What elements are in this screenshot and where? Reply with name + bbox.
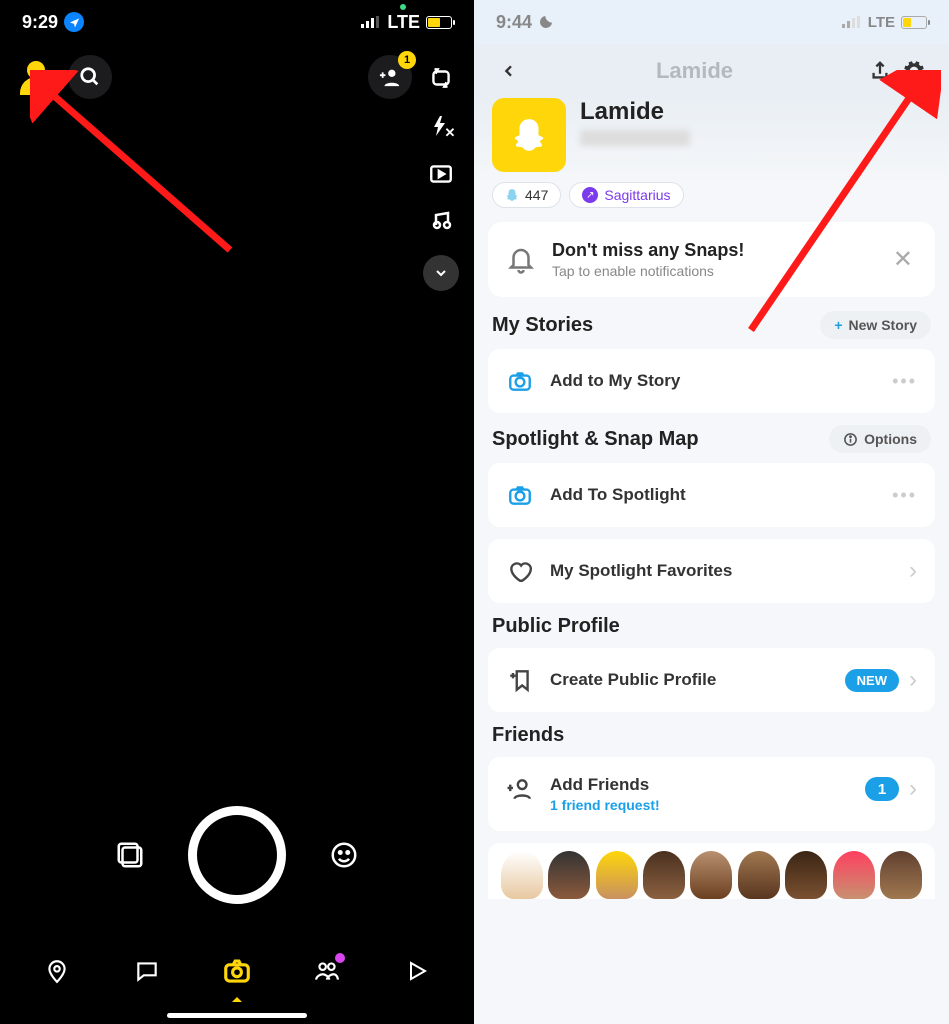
add-friend-icon (378, 66, 402, 88)
emoji-button[interactable] (324, 835, 364, 875)
back-button[interactable] (492, 54, 526, 88)
profile-header: Lamide (474, 44, 949, 92)
chevron-right-icon: › (909, 557, 917, 585)
friend-request-sub: 1 friend request! (550, 797, 849, 813)
options-button[interactable]: Options (829, 425, 931, 453)
flip-camera-button[interactable] (422, 59, 460, 97)
share-button[interactable] (863, 54, 897, 88)
friend-badge: 1 (398, 51, 416, 69)
notifications-card[interactable]: Don't miss any Snaps! Tap to enable noti… (488, 222, 935, 297)
camera-screen: 9:29 LTE 1 (0, 0, 474, 1024)
add-friends-row[interactable]: Add Friends 1 friend request! 1 › (488, 757, 935, 831)
spotlight-favorites-row[interactable]: My Spotlight Favorites › (488, 539, 935, 603)
home-indicator (167, 1013, 307, 1018)
signal-icon (361, 16, 381, 28)
music-icon (429, 210, 453, 234)
profile-username-blurred (580, 130, 690, 146)
flip-camera-icon (428, 65, 454, 91)
sagittarius-icon: ↗ (582, 187, 598, 203)
settings-button[interactable] (897, 54, 931, 88)
battery-icon (901, 16, 927, 29)
camera-outline-icon (506, 481, 534, 509)
music-button[interactable] (422, 203, 460, 241)
create-public-profile-row[interactable]: Create Public Profile NEW › (488, 648, 935, 712)
shutter-button[interactable] (188, 806, 286, 904)
camera-tools: ✕ (422, 59, 460, 295)
status-time: 9:29 (22, 12, 58, 33)
zodiac-pill[interactable]: ↗ Sagittarius (569, 182, 683, 208)
camera-active-dot (400, 4, 406, 10)
gear-icon (901, 58, 927, 84)
network-label: LTE (868, 14, 895, 31)
add-to-story-row[interactable]: Add to My Story ••• (488, 349, 935, 413)
nav-stories[interactable] (306, 950, 348, 992)
heart-icon (506, 557, 534, 585)
nav-camera[interactable] (216, 950, 258, 992)
chat-icon (134, 958, 160, 984)
ghost-small-icon (505, 188, 519, 202)
emoji-icon (329, 840, 359, 870)
battery-icon (426, 16, 452, 29)
new-badge: NEW (845, 669, 899, 692)
add-friend-button[interactable]: 1 (368, 55, 412, 99)
section-friends: Friends (492, 724, 564, 747)
friend-count-badge: 1 (865, 777, 899, 801)
notif-title: Don't miss any Snaps! (552, 240, 744, 261)
more-icon[interactable]: ••• (892, 485, 917, 506)
profile-button[interactable] (14, 55, 58, 99)
section-my-stories: My Stories (492, 314, 593, 337)
new-story-button[interactable]: +New Story (820, 311, 931, 339)
more-icon[interactable]: ••• (892, 371, 917, 392)
stories-badge (335, 953, 345, 963)
gallery-button[interactable] (110, 835, 150, 875)
search-button[interactable] (68, 55, 112, 99)
nav-spotlight[interactable] (396, 950, 438, 992)
chevron-right-icon: › (909, 666, 917, 694)
chevron-down-icon (433, 265, 449, 281)
profile-name: Lamide (580, 98, 690, 126)
ghost-icon (510, 116, 548, 154)
notif-subtitle: Tap to enable notifications (552, 263, 744, 279)
info-icon (843, 432, 858, 447)
play-icon (405, 959, 429, 983)
location-icon (64, 12, 84, 32)
dismiss-button[interactable]: ✕ (889, 245, 917, 274)
add-to-spotlight-row[interactable]: Add To Spotlight ••• (488, 463, 935, 527)
section-public-profile: Public Profile (492, 615, 620, 638)
camera-icon (222, 956, 252, 986)
snapscore-pill[interactable]: 447 (492, 182, 561, 208)
profile-screen: 9:44 LTE Lamide Lamide 4 (474, 0, 949, 1024)
snapcode[interactable] (492, 98, 566, 172)
profile-summary: Lamide (474, 92, 949, 182)
video-button[interactable] (422, 155, 460, 193)
bottom-nav (0, 942, 474, 1000)
chevron-left-icon (501, 59, 517, 83)
friend-avatars-strip[interactable] (488, 843, 935, 899)
nav-chat[interactable] (126, 950, 168, 992)
flash-button[interactable]: ✕ (422, 107, 460, 145)
camera-outline-icon (506, 367, 534, 395)
dnd-icon (538, 14, 554, 30)
section-spotlight: Spotlight & Snap Map (492, 428, 699, 451)
network-label: LTE (387, 12, 420, 33)
video-icon (428, 161, 454, 187)
add-friend-icon (506, 775, 534, 803)
status-time: 9:44 (496, 12, 532, 33)
bookmark-plus-icon (506, 666, 534, 694)
signal-icon (842, 16, 862, 28)
bell-icon (506, 245, 536, 275)
map-pin-icon (44, 958, 70, 984)
status-bar-right: 9:44 LTE (474, 0, 949, 44)
nav-map[interactable] (36, 950, 78, 992)
more-tools-button[interactable] (423, 255, 459, 291)
share-icon (869, 59, 891, 83)
gallery-icon (113, 840, 147, 870)
search-icon (79, 66, 101, 88)
header-title: Lamide (526, 58, 863, 84)
chevron-right-icon: › (909, 775, 917, 803)
